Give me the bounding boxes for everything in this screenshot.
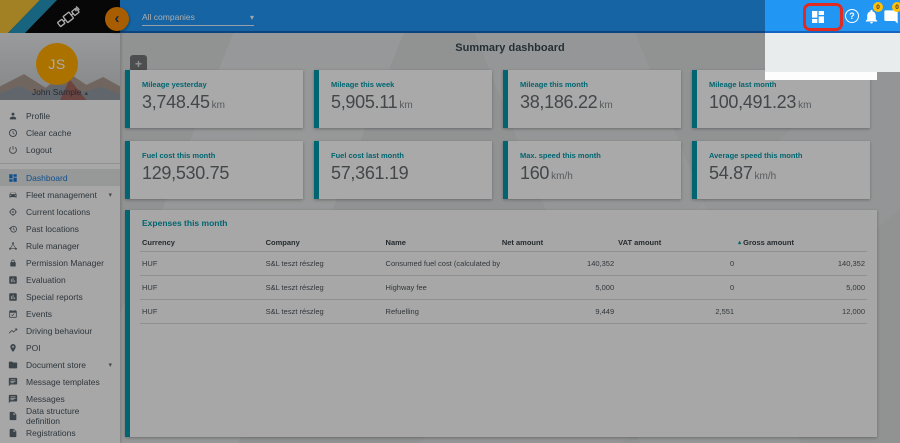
- tour-spotlight-panel: [765, 33, 900, 72]
- tour-dim-overlay: [765, 80, 900, 443]
- tour-tooltip-edge: [765, 72, 877, 80]
- tour-highlight-box: [803, 3, 843, 31]
- help-icon[interactable]: [845, 9, 859, 23]
- notifications-badge: 0: [873, 2, 883, 12]
- app-window: All companies 0 0 JS: [0, 0, 900, 443]
- tour-dim-overlay: [877, 72, 900, 80]
- messages-badge: 0: [892, 2, 900, 12]
- tour-dim-overlay: [0, 0, 765, 443]
